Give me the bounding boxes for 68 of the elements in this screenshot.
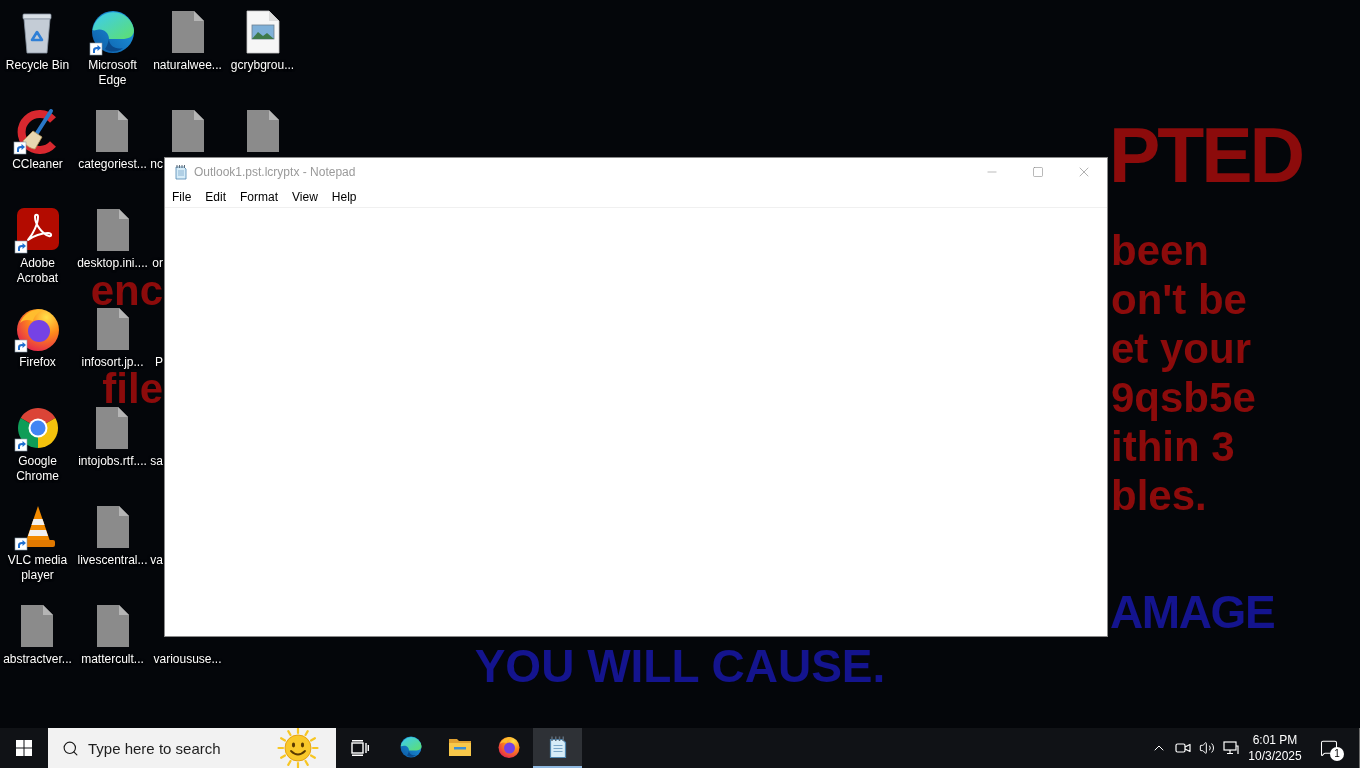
- desktop-item[interactable]: Google Chrome: [0, 404, 75, 484]
- window-title: Outlook1.pst.lcryptx - Notepad: [194, 164, 356, 181]
- desktop-item[interactable]: gcrybgrou...: [230, 10, 295, 73]
- wallpaper-text: on't be: [1111, 275, 1247, 324]
- menu-item[interactable]: File: [165, 186, 199, 207]
- wallpaper-text: 9qsb5e: [1111, 373, 1256, 422]
- file-icon: [95, 604, 130, 648]
- desktop-item[interactable]: nc: [150, 157, 163, 172]
- desktop-item[interactable]: Recycle Bin: [5, 8, 70, 73]
- notepad-icon: [173, 164, 189, 180]
- fox-logo-icon: [496, 735, 521, 759]
- menu-item[interactable]: Edit: [198, 186, 234, 207]
- file-icon: [95, 109, 130, 153]
- notification-count: 1: [1330, 747, 1344, 761]
- file-icon: [95, 208, 130, 252]
- wallpaper-text: bles.: [1111, 471, 1207, 520]
- desktop-item[interactable]: mattercult...: [81, 604, 144, 667]
- speaker-icon: [1199, 740, 1215, 756]
- file-icon[interactable]: [245, 109, 280, 153]
- wallpaper-text: AMAGE: [1110, 588, 1275, 637]
- search-field[interactable]: Type here to search: [48, 728, 336, 768]
- search-icon: [62, 740, 79, 757]
- file-icon: [20, 604, 55, 648]
- menu-item[interactable]: Format: [233, 186, 286, 207]
- wallpaper-text: enc: [90, 276, 163, 306]
- wallpaper-text: et your: [1111, 324, 1252, 373]
- wallpaper-text: YOU WILL CAUSE.: [474, 642, 886, 691]
- wallpaper-text: ithin 3: [1111, 422, 1235, 471]
- desktop-item[interactable]: sa: [150, 454, 163, 469]
- desktop-item[interactable]: Microsoft Edge: [75, 8, 150, 88]
- desktop-item[interactable]: desktop.ini....: [77, 208, 148, 271]
- file-icon: [95, 505, 130, 549]
- desktop-item[interactable]: Firefox: [13, 305, 62, 370]
- taskbar-button[interactable]: [533, 728, 582, 768]
- menu-item[interactable]: View: [285, 186, 325, 207]
- wallpaper-headline: PTED: [1109, 117, 1303, 194]
- maximize-icon: [1032, 166, 1044, 178]
- desktop-item[interactable]: P: [155, 355, 163, 370]
- windows-logo-icon: [16, 740, 32, 756]
- monitor-icon: [1223, 740, 1239, 756]
- file-icon: [170, 10, 205, 54]
- wallpaper-text: been: [1111, 226, 1210, 275]
- notifications-button[interactable]: 1: [1307, 728, 1350, 768]
- wallpaper-text: file: [102, 374, 163, 404]
- desktop-item[interactable]: naturalwee...: [153, 10, 222, 73]
- desktop-item[interactable]: varioususe...: [153, 652, 222, 667]
- pdf-logo-icon: [13, 206, 62, 254]
- menu-item[interactable]: Help: [324, 186, 364, 207]
- file-icon: [95, 406, 130, 450]
- desktop-item[interactable]: CCleaner: [12, 107, 63, 172]
- desktop-item[interactable]: infosort.jp...: [81, 307, 144, 370]
- file-icon[interactable]: [171, 109, 205, 153]
- camera-icon: [1175, 740, 1191, 756]
- desktop-item[interactable]: va: [150, 553, 163, 568]
- image-file-icon: [245, 10, 280, 54]
- swirl-logo-icon: [398, 735, 423, 759]
- desktop-item[interactable]: abstractver...: [3, 604, 72, 667]
- desktop-item[interactable]: or: [152, 256, 163, 271]
- desktop-item[interactable]: categoriest...: [78, 109, 147, 172]
- desktop-item[interactable]: VLC media player: [0, 503, 75, 583]
- file-icon: [95, 307, 130, 351]
- message-icon: [1319, 739, 1338, 757]
- desktop-item[interactable]: Adobe Acrobat: [0, 206, 75, 286]
- clock-button[interactable]: 6:01 PM 10/3/2025: [1243, 728, 1307, 768]
- task-view-icon: [351, 740, 369, 756]
- desktop-item[interactable]: intojobs.rtf....: [78, 406, 147, 469]
- desktop-item[interactable]: livescentral...: [77, 505, 148, 568]
- swirl-logo-icon: [88, 8, 137, 56]
